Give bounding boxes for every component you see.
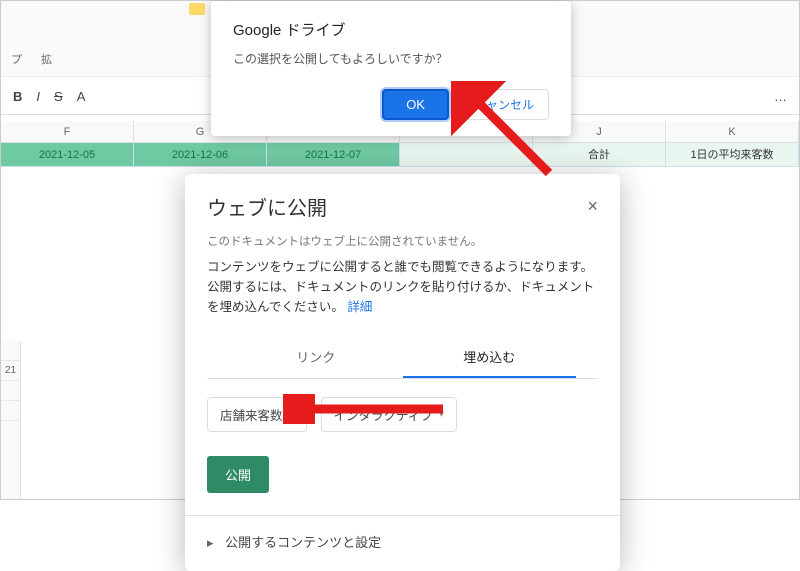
- toolbar-fragment: プ: [11, 51, 22, 67]
- cell[interactable]: 2021-12-07: [267, 143, 400, 167]
- expand-label: 公開するコンテンツと設定: [225, 535, 381, 550]
- data-header-row: 2021-12-05 2021-12-06 2021-12-07 合計 1日の平…: [1, 143, 799, 167]
- tab-embed[interactable]: 埋め込む: [403, 337, 577, 378]
- ok-button[interactable]: OK: [382, 89, 449, 120]
- cell[interactable]: 1日の平均来客数: [666, 143, 799, 167]
- folder-icon: [189, 3, 205, 15]
- bold-button[interactable]: B: [13, 89, 22, 104]
- italic-button[interactable]: I: [36, 89, 40, 104]
- modal-description-text: コンテンツをウェブに公開すると誰でも閲覧できるようになります。公開するには、ドキ…: [207, 260, 594, 314]
- row-header[interactable]: [1, 401, 20, 421]
- annotation-arrow: [283, 394, 453, 424]
- col-header[interactable]: F: [1, 121, 134, 143]
- strike-button[interactable]: S: [54, 89, 63, 104]
- row-header[interactable]: 21: [1, 361, 20, 381]
- publish-button[interactable]: 公開: [207, 456, 269, 493]
- publish-tabs: リンク 埋め込む: [207, 323, 598, 379]
- cell[interactable]: 2021-12-06: [134, 143, 267, 167]
- text-color-button[interactable]: A: [77, 89, 86, 104]
- modal-description: コンテンツをウェブに公開すると誰でも閲覧できるようになります。公開するには、ドキ…: [185, 257, 620, 317]
- expand-settings[interactable]: ▸ 公開するコンテンツと設定: [185, 528, 620, 563]
- more-button[interactable]: …: [774, 89, 787, 104]
- chevron-right-icon: ▸: [207, 535, 214, 550]
- modal-subtext: このドキュメントはウェブ上に公開されていません。: [185, 233, 620, 249]
- row-header[interactable]: [1, 381, 20, 401]
- cell[interactable]: 2021-12-05: [1, 143, 134, 167]
- close-icon[interactable]: ×: [587, 196, 598, 217]
- tab-link[interactable]: リンク: [229, 337, 403, 378]
- learn-more-link[interactable]: 詳細: [347, 300, 372, 314]
- col-header[interactable]: K: [666, 121, 799, 143]
- row-headers: 21: [1, 341, 21, 499]
- sheet-select-label: 店舗来客数: [220, 405, 283, 424]
- toolbar-fragment: 拡: [41, 51, 52, 67]
- divider: [185, 515, 620, 516]
- row-header[interactable]: [1, 341, 20, 361]
- dialog-title: Google ドライブ: [233, 19, 549, 40]
- annotation-arrow: [451, 81, 561, 181]
- dialog-message: この選択を公開してもよろしいですか？: [233, 50, 549, 67]
- modal-title: ウェブに公開: [207, 192, 587, 221]
- publish-to-web-modal: ウェブに公開 × このドキュメントはウェブ上に公開されていません。 コンテンツを…: [185, 174, 620, 571]
